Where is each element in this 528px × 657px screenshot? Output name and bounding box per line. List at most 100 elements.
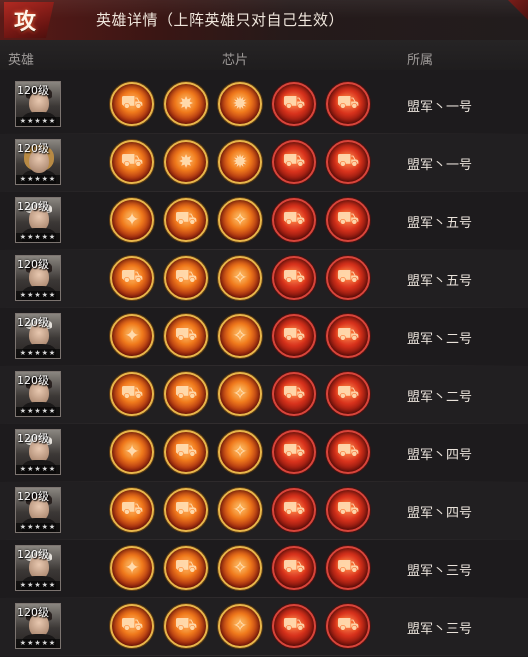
tank-red-chip-icon[interactable]: ⛟ — [326, 140, 370, 184]
tank-red-chip-icon[interactable]: ⛟ — [326, 372, 370, 416]
hero-portrait[interactable]: 120级 ★★★★★ — [15, 197, 61, 243]
hero-row[interactable]: 120级 ★★★★★ ⛟ ⛟ ✧ ⛟ ⛟ 盟军丶三号 — [0, 598, 528, 656]
hero-row[interactable]: 120级 ★★★★★ ✦ ⛟ ✧ ⛟ ⛟ 盟军丶二号 — [0, 308, 528, 366]
tank-chip-icon[interactable]: ⛟ — [164, 256, 208, 300]
tank-chip-icon[interactable]: ⛟ — [164, 198, 208, 242]
explosion-chip-icon[interactable]: ✹ — [218, 140, 262, 184]
hero-row[interactable]: 120级 ★★★★★ ⛟ ✸ ✹ ⛟ ⛟ 盟军丶一号 — [0, 76, 528, 134]
tank-fire-chip-icon[interactable]: ⛟ — [272, 198, 316, 242]
tank-chip-icon[interactable]: ⛟ — [110, 372, 154, 416]
tank-chip-icon[interactable]: ⛟ — [164, 546, 208, 590]
chip-glyph: ⛟ — [120, 150, 144, 171]
hero-portrait[interactable]: 120级 ★★★★★ — [15, 429, 61, 475]
tank-chip-icon[interactable]: ⛟ — [110, 604, 154, 648]
tank-red-chip-icon[interactable]: ⛟ — [326, 430, 370, 474]
chip-glyph: ⛟ — [336, 266, 360, 287]
hero-row[interactable]: 120级 ★★★★★ ✦ ⛟ ✧ ⛟ ⛟ 盟军丶三号 — [0, 540, 528, 598]
hero-row[interactable]: 120级 ★★★★★ ⛟ ⛟ ✧ ⛟ ⛟ 盟军丶五号 — [0, 250, 528, 308]
tank-red-chip-icon[interactable]: ⛟ — [326, 256, 370, 300]
blast-chip-icon[interactable]: ✦ — [110, 314, 154, 358]
hero-row[interactable]: 120级 ★★★★★ ✦ ⛟ ✧ ⛟ ⛟ 盟军丶五号 — [0, 192, 528, 250]
blast-chip-icon[interactable]: ✦ — [110, 198, 154, 242]
chip-glyph: ⛟ — [174, 266, 198, 287]
tank-fire-chip-icon[interactable]: ⛟ — [272, 604, 316, 648]
tank-chip-icon[interactable]: ⛟ — [110, 256, 154, 300]
chip-glyph: ✹ — [232, 151, 248, 173]
hero-affiliation: 盟军丶五号 — [407, 274, 473, 289]
tank-chip-icon[interactable]: ⛟ — [110, 140, 154, 184]
hero-level: 120级 — [17, 432, 49, 445]
hero-stars: ★★★★★ — [16, 175, 60, 184]
hero-portrait[interactable]: 120级 ★★★★★ — [15, 255, 61, 301]
tank-fire-chip-icon[interactable]: ⛟ — [272, 82, 316, 126]
chip-glyph: ⛟ — [174, 382, 198, 403]
hero-affiliation: 盟军丶一号 — [407, 100, 473, 115]
chip-glyph: ⛟ — [336, 150, 360, 171]
tank-chip-icon[interactable]: ⛟ — [164, 372, 208, 416]
tank-red-chip-icon[interactable]: ⛟ — [326, 198, 370, 242]
tank-chip-icon[interactable]: ⛟ — [164, 430, 208, 474]
hero-portrait[interactable]: 120级 ★★★★★ — [15, 603, 61, 649]
chip-glyph: ⛟ — [120, 266, 144, 287]
chip-glyph: ⛟ — [120, 614, 144, 635]
tank-red-chip-icon[interactable]: ⛟ — [326, 546, 370, 590]
row-divider — [0, 655, 528, 656]
flare-chip-icon[interactable]: ✧ — [218, 372, 262, 416]
chip-glyph: ⛟ — [174, 324, 198, 345]
chip-glyph: ⛟ — [282, 266, 306, 287]
tank-red-chip-icon[interactable]: ⛟ — [326, 488, 370, 532]
hero-stars: ★★★★★ — [16, 407, 60, 416]
flare-chip-icon[interactable]: ✧ — [218, 256, 262, 300]
tank-red-chip-icon[interactable]: ⛟ — [326, 604, 370, 648]
hero-portrait[interactable]: 120级 ★★★★★ — [15, 371, 61, 417]
flare-chip-icon[interactable]: ✧ — [218, 430, 262, 474]
explosion-chip-icon[interactable]: ✹ — [218, 82, 262, 126]
fire-burst-chip-icon[interactable]: ✸ — [164, 140, 208, 184]
tank-chip-icon[interactable]: ⛟ — [110, 488, 154, 532]
tank-fire-chip-icon[interactable]: ⛟ — [272, 372, 316, 416]
hero-portrait[interactable]: 120级 ★★★★★ — [15, 545, 61, 591]
hero-row[interactable]: 120级 ★★★★★ ⛟ ✸ ✹ ⛟ ⛟ 盟军丶一号 — [0, 134, 528, 192]
column-header-bar: 英雄 芯片 所属 — [0, 40, 528, 70]
tank-fire-chip-icon[interactable]: ⛟ — [272, 140, 316, 184]
chip-glyph: ⛟ — [174, 614, 198, 635]
tank-chip-icon[interactable]: ⛟ — [164, 604, 208, 648]
chip-glyph: ✧ — [232, 499, 248, 521]
flare-chip-icon[interactable]: ✧ — [218, 314, 262, 358]
fire-burst-chip-icon[interactable]: ✸ — [164, 82, 208, 126]
chip-glyph: ✦ — [124, 557, 140, 579]
flare-chip-icon[interactable]: ✧ — [218, 488, 262, 532]
tank-fire-chip-icon[interactable]: ⛟ — [272, 430, 316, 474]
hero-row[interactable]: 120级 ★★★★★ ✦ ⛟ ✧ ⛟ ⛟ 盟军丶四号 — [0, 424, 528, 482]
blast-chip-icon[interactable]: ✦ — [110, 430, 154, 474]
hero-row[interactable]: 120级 ★★★★★ ⛟ ⛟ ✧ ⛟ ⛟ 盟军丶二号 — [0, 366, 528, 424]
tank-fire-chip-icon[interactable]: ⛟ — [272, 314, 316, 358]
tank-red-chip-icon[interactable]: ⛟ — [326, 314, 370, 358]
hero-portrait[interactable]: 120级 ★★★★★ — [15, 487, 61, 533]
hero-affiliation: 盟军丶一号 — [407, 158, 473, 173]
hero-portrait[interactable]: 120级 ★★★★★ — [15, 139, 61, 185]
column-header-chips: 芯片 — [222, 53, 249, 68]
flare-chip-icon[interactable]: ✧ — [218, 546, 262, 590]
chip-glyph: ⛟ — [282, 324, 306, 345]
blast-chip-icon[interactable]: ✦ — [110, 546, 154, 590]
tank-chip-icon[interactable]: ⛟ — [110, 82, 154, 126]
flare-chip-icon[interactable]: ✧ — [218, 604, 262, 648]
panel-title: 英雄详情（上阵英雄只对自己生效） — [96, 11, 345, 29]
hero-level: 120级 — [17, 84, 49, 97]
tank-fire-chip-icon[interactable]: ⛟ — [272, 256, 316, 300]
hero-level: 120级 — [17, 490, 49, 503]
tank-chip-icon[interactable]: ⛟ — [164, 488, 208, 532]
tank-red-chip-icon[interactable]: ⛟ — [326, 82, 370, 126]
hero-level: 120级 — [17, 316, 49, 329]
hero-portrait[interactable]: 120级 ★★★★★ — [15, 313, 61, 359]
hero-row[interactable]: 120级 ★★★★★ ⛟ ⛟ ✧ ⛟ ⛟ 盟军丶四号 — [0, 482, 528, 540]
chip-glyph: ⛟ — [174, 440, 198, 461]
chip-glyph: ⛟ — [282, 614, 306, 635]
tank-fire-chip-icon[interactable]: ⛟ — [272, 488, 316, 532]
tank-fire-chip-icon[interactable]: ⛟ — [272, 546, 316, 590]
hero-portrait[interactable]: 120级 ★★★★★ — [15, 81, 61, 127]
tank-chip-icon[interactable]: ⛟ — [164, 314, 208, 358]
chip-glyph: ✧ — [232, 441, 248, 463]
flare-chip-icon[interactable]: ✧ — [218, 198, 262, 242]
